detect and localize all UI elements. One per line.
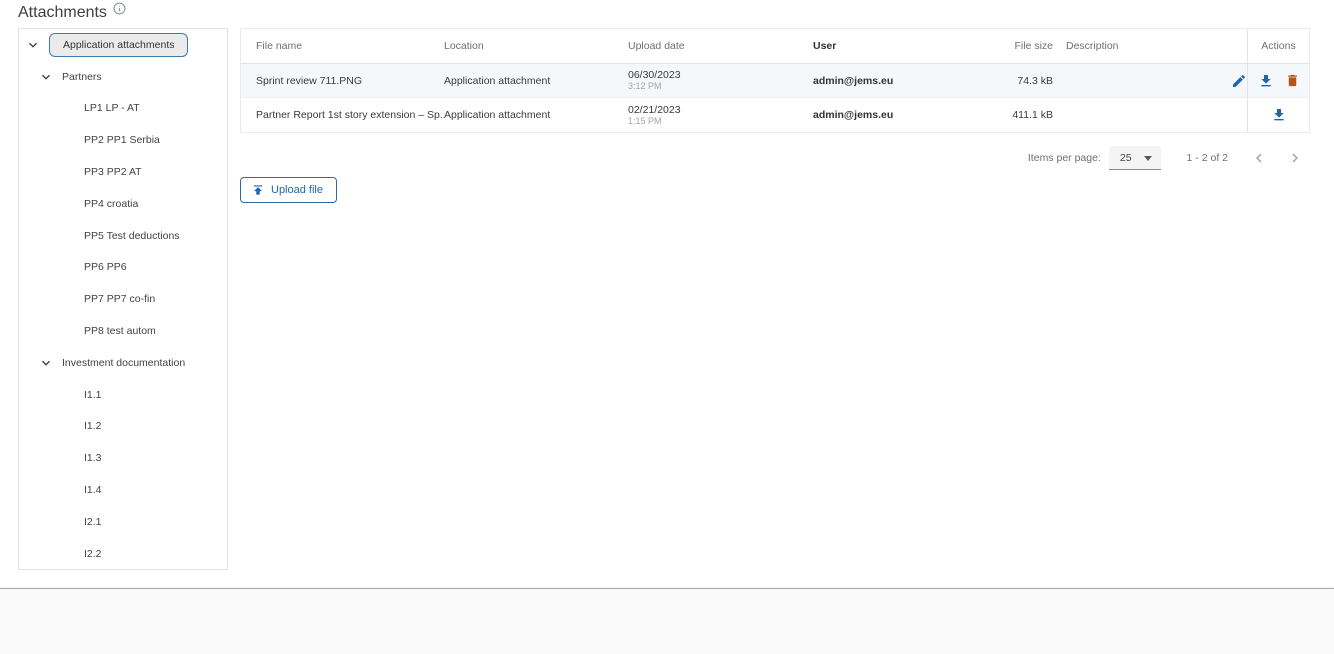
actions-cell: [1247, 98, 1309, 132]
description-cell: [1053, 73, 1247, 89]
tree-item-lp1[interactable]: LP1 LP - AT: [19, 93, 227, 125]
tree-item-pp2[interactable]: PP2 PP1 Serbia: [19, 124, 227, 156]
file-name-cell: Sprint review 711.PNG: [241, 75, 444, 87]
chevron-left-icon: [1251, 150, 1267, 166]
tree-item-i1-4[interactable]: I1.4: [19, 474, 227, 506]
edit-description-button[interactable]: [1231, 73, 1247, 89]
tree-item-pp4[interactable]: PP4 croatia: [19, 188, 227, 220]
tree-item-label-selected: Application attachments: [49, 33, 188, 57]
table-row: Partner Report 1st story extension – Sp.…: [241, 98, 1309, 132]
table-row: Sprint review 711.PNG Application attach…: [241, 64, 1309, 98]
column-header-file-name: File name: [241, 40, 444, 52]
tree-item-partners[interactable]: Partners: [19, 61, 227, 93]
column-header-upload-date: Upload date: [628, 40, 813, 52]
caret-down-icon: [1144, 156, 1152, 161]
chevron-down-icon[interactable]: [39, 70, 53, 84]
tree-item-label: LP1 LP - AT: [84, 102, 140, 114]
page-title-bar: Attachments: [18, 4, 126, 22]
upload-button-label: Upload file: [271, 184, 323, 196]
pencil-icon: [1231, 73, 1247, 89]
column-header-location: Location: [444, 40, 628, 52]
download-icon: [1258, 73, 1274, 89]
chevron-right-icon: [1287, 150, 1303, 166]
column-header-description: Description: [1053, 40, 1247, 52]
delete-file-button[interactable]: [1285, 73, 1300, 88]
tree-item-i2-1[interactable]: I2.1: [19, 506, 227, 538]
items-per-page-label: Items per page:: [1028, 152, 1101, 164]
page-title: Attachments: [18, 4, 107, 22]
tree-item-label: I1.4: [84, 484, 102, 496]
download-file-button[interactable]: [1258, 73, 1274, 89]
file-size-cell: 74.3 kB: [953, 75, 1053, 87]
upload-date-cell: 02/21/2023 1:15 PM: [628, 104, 813, 126]
tree-item-i1-3[interactable]: I1.3: [19, 442, 227, 474]
user-cell: admin@jems.eu: [813, 75, 953, 87]
tree-item-pp3[interactable]: PP3 PP2 AT: [19, 156, 227, 188]
page-size-value: 25: [1120, 152, 1132, 164]
upload-time: 1:15 PM: [628, 116, 813, 126]
upload-date: 02/21/2023: [628, 104, 813, 116]
location-cell: Application attachment: [444, 75, 628, 87]
tree-item-label: PP5 Test deductions: [84, 230, 180, 242]
actions-cell: [1247, 64, 1309, 97]
attachments-tree-panel: Application attachments Partners LP1 LP …: [18, 28, 228, 570]
tree-item-label: I2.2: [84, 548, 102, 560]
upload-arrow-icon: [251, 183, 265, 197]
next-page-button[interactable]: [1280, 143, 1310, 173]
trash-icon: [1285, 73, 1300, 88]
tree-item-pp6[interactable]: PP6 PP6: [19, 252, 227, 284]
tree-item-label: PP8 test autom: [84, 325, 156, 337]
tree-item-label: PP7 PP7 co-fin: [84, 293, 155, 305]
tree-item-label: Partners: [62, 71, 102, 83]
chevron-down-icon[interactable]: [39, 356, 53, 370]
tree-item-pp8[interactable]: PP8 test autom: [19, 315, 227, 347]
upload-date-cell: 06/30/2023 3:12 PM: [628, 69, 813, 91]
tree-item-application-attachments[interactable]: Application attachments: [19, 29, 227, 61]
tree-item-label: Investment documentation: [62, 357, 185, 369]
chevron-down-icon[interactable]: [26, 38, 40, 52]
footer-area: [0, 589, 1334, 654]
previous-page-button[interactable]: [1244, 143, 1274, 173]
tree-item-pp7[interactable]: PP7 PP7 co-fin: [19, 283, 227, 315]
tree-item-label: I1.2: [84, 420, 102, 432]
tree-item-label: I1.1: [84, 389, 102, 401]
tree-item-investment-documentation[interactable]: Investment documentation: [19, 347, 227, 379]
tree-item-label: PP4 croatia: [84, 198, 138, 210]
upload-time: 3:12 PM: [628, 81, 813, 91]
info-icon[interactable]: [113, 2, 126, 15]
tree-item-i1-1[interactable]: I1.1: [19, 379, 227, 411]
tree-item-label: PP2 PP1 Serbia: [84, 134, 160, 146]
page-size-select[interactable]: 25: [1109, 146, 1161, 170]
tree-item-label: I2.1: [84, 516, 102, 528]
upload-date: 06/30/2023: [628, 69, 813, 81]
download-icon: [1271, 107, 1287, 123]
download-file-button[interactable]: [1271, 107, 1287, 123]
column-header-file-size: File size: [953, 40, 1053, 52]
tree-item-i2-2[interactable]: I2.2: [19, 538, 227, 570]
tree-item-label: PP6 PP6: [84, 261, 127, 273]
column-header-actions: Actions: [1247, 29, 1309, 63]
tree-item-pp5[interactable]: PP5 Test deductions: [19, 220, 227, 252]
file-size-cell: 411.1 kB: [953, 109, 1053, 121]
paginator: Items per page: 25 1 - 2 of 2: [240, 140, 1310, 176]
tree-item-i1-2[interactable]: I1.2: [19, 411, 227, 443]
table-header-row: File name Location Upload date User File…: [241, 29, 1309, 64]
location-cell: Application attachment: [444, 109, 628, 121]
tree-item-label: I1.3: [84, 452, 102, 464]
user-cell: admin@jems.eu: [813, 109, 953, 121]
column-header-user: User: [813, 40, 953, 52]
attachments-table: File name Location Upload date User File…: [240, 28, 1310, 133]
page-range-label: 1 - 2 of 2: [1187, 152, 1228, 164]
upload-file-button[interactable]: Upload file: [240, 177, 337, 203]
file-name-cell: Partner Report 1st story extension – Sp.…: [241, 109, 444, 121]
tree-item-label: PP3 PP2 AT: [84, 166, 142, 178]
